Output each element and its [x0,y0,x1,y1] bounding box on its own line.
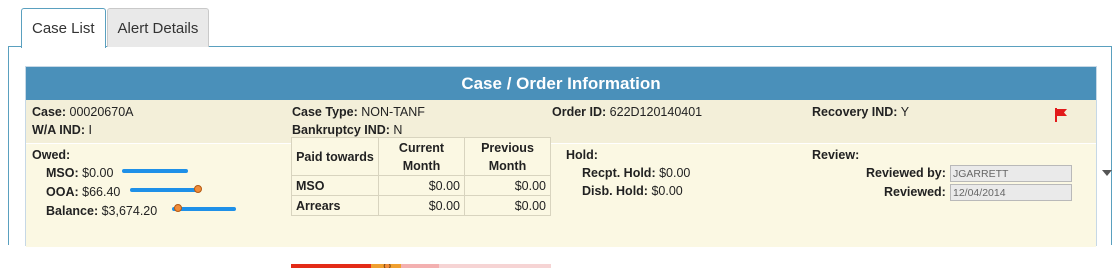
progress-thumb[interactable] [383,264,391,268]
chevron-down-icon[interactable] [1102,170,1112,176]
paid-towards-table: Paid towards Current Month Previous Mont… [291,137,551,216]
ooa-slider-thumb[interactable] [194,185,203,193]
flag-icon[interactable] [1054,108,1068,122]
owed-mso: MSO: $0.00 [46,166,114,180]
tab-case-list[interactable]: Case List [21,8,106,48]
col-paid-towards: Paid towards [291,137,379,176]
owed-title: Owed: [32,148,71,162]
case-number: Case: 00020670A [32,105,134,119]
case-type: Case Type: NON-TANF [292,105,425,119]
table-row: Arrears $0.00 $0.00 [291,195,551,216]
reviewed-by-field[interactable] [950,165,1072,182]
hold-title: Hold: [566,148,598,162]
order-id: Order ID: 622D120140401 [552,105,703,119]
col-current-month: Current Month [378,137,465,176]
card-title: Case / Order Information [26,67,1096,100]
table-row: MSO $0.00 $0.00 [291,175,551,196]
recpt-hold: Recpt. Hold: $0.00 [582,166,691,180]
case-order-card: Case / Order Information Case: 00020670A… [25,66,1112,268]
tab-bar: Case List Alert Details [21,8,210,48]
bankruptcy-ind: Bankruptcy IND: N [292,123,403,137]
disb-hold: Disb. Hold: $0.00 [582,184,683,198]
reviewed-by-label: Reviewed by: [866,166,946,180]
ooa-slider[interactable] [130,185,203,193]
reviewed-date-field[interactable] [950,184,1072,201]
wa-ind: W/A IND: I [32,123,92,137]
owed-ooa: OOA: $66.40 [46,185,121,199]
payment-progress-bar[interactable] [291,264,551,268]
review-title: Review: [812,148,860,162]
owed-balance: Balance: $3,674.20 [46,204,158,218]
balance-slider[interactable] [172,204,236,212]
reviewed-label: Reviewed: [884,185,946,199]
tab-panel: Case / Order Information Case: 00020670A… [8,46,1112,268]
tab-alert-details[interactable]: Alert Details [106,8,210,47]
mso-slider[interactable] [122,169,188,174]
col-previous-month: Previous Month [464,137,551,176]
case-summary-row: Case: 00020670A W/A IND: I Case Type: NO… [26,100,1096,143]
recovery-ind: Recovery IND: Y [812,105,910,119]
